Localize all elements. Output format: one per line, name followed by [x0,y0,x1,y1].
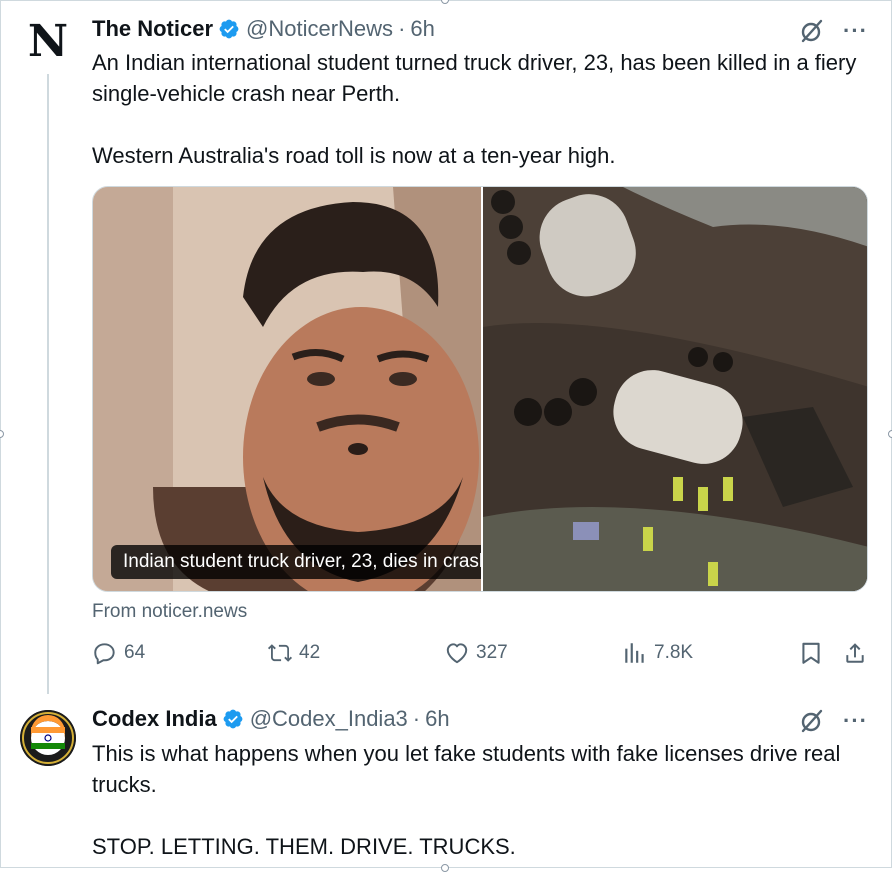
repost-icon [267,644,293,662]
tweet-text-line-2: Western Australia's road toll is now at … [92,143,616,168]
resize-handle-right[interactable] [888,430,892,438]
share-icon [846,643,864,663]
views-count: 7.8K [654,642,694,663]
verified-badge-icon[interactable] [222,708,244,730]
portrait-photo[interactable]: Indian student truck driver, 23, dies in… [93,187,481,591]
crash-scene-photo[interactable] [483,187,867,591]
grok-icon[interactable] [799,708,825,734]
resize-handle-top[interactable] [441,0,449,4]
author-name[interactable]: Codex India [92,706,217,732]
tweet-text-line-1: An Indian international student turned t… [92,50,863,106]
thread-connector-line [47,74,49,694]
tweet-text-line-2: STOP. LETTING. THEM. DRIVE. TRUCKS. [92,834,516,859]
repost-count: 42 [299,642,321,663]
timestamp[interactable]: 6h [410,16,434,42]
like-icon [446,643,468,664]
tweet-text: An Indian international student turned t… [92,47,872,171]
tweet-header: Codex India @Codex_India3 · 6h [92,706,450,732]
more-icon[interactable]: ··· [843,708,868,734]
verified-badge-icon[interactable] [218,18,240,40]
bookmark-icon [802,642,820,664]
tweet-text-line-1: This is what happens when you let fake s… [92,741,847,797]
timestamp[interactable]: 6h [425,706,449,732]
tweet-text: This is what happens when you let fake s… [92,738,872,862]
link-source[interactable]: From noticer.news [92,601,247,623]
like-button[interactable]: 327 [444,640,508,666]
media-caption: Indian student truck driver, 23, dies in… [111,545,481,579]
tweet-header: The Noticer @NoticerNews · 6h [92,16,435,42]
avatar-letter: N [27,16,69,67]
tweet-top-actions: ··· [799,708,868,734]
avatar[interactable] [20,710,76,766]
avatar[interactable]: N [24,18,72,66]
author-handle[interactable]: @NoticerNews [246,16,393,42]
views-icon [625,643,644,663]
share-button[interactable] [842,640,868,666]
resize-handle-bottom[interactable] [441,864,449,872]
bookmark-button[interactable] [798,640,824,666]
more-icon[interactable]: ··· [843,18,868,44]
author-name[interactable]: The Noticer [92,16,213,42]
reply-icon [94,643,115,665]
resize-handle-left[interactable] [0,430,4,438]
reply-button[interactable]: 64 [92,640,145,666]
like-count: 327 [476,642,508,663]
tweet-top-actions: ··· [799,18,868,44]
reply-count: 64 [124,642,146,663]
crash-scene-illustration [483,187,867,591]
portrait-illustration [93,187,481,591]
grok-icon[interactable] [799,18,825,44]
separator-dot: · [398,16,406,41]
views-button[interactable]: 7.8K [622,640,693,666]
avatar-emblem-illustration [20,710,76,766]
tweet-media[interactable]: Indian student truck driver, 23, dies in… [92,186,868,592]
separator-dot: · [412,706,421,731]
tweet-action-bar: 64 42 327 7.8K [92,640,868,676]
repost-button[interactable]: 42 [267,640,320,666]
author-handle[interactable]: @Codex_India3 [250,706,408,732]
